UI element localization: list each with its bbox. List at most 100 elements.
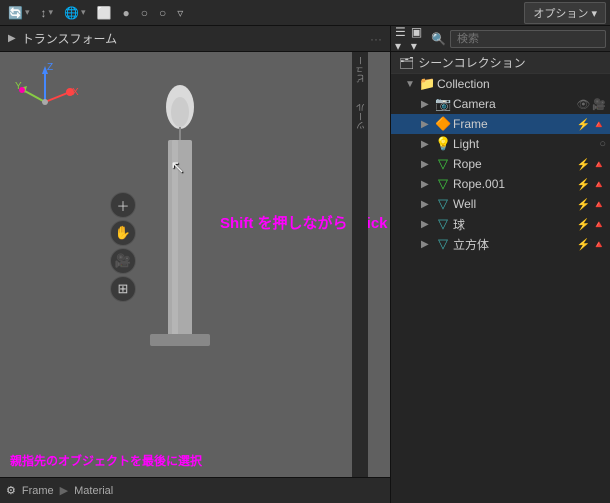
viewport-panel: ▶ トランスフォーム ··· Z Y X: [0, 26, 390, 503]
tree-item-well[interactable]: ▶ ▽ Well ⚡ 🔺: [391, 194, 610, 214]
svg-text:X: X: [72, 87, 79, 98]
light-actions: ○: [599, 138, 606, 150]
rope001-icon: ▽: [435, 176, 451, 192]
outliner-mode-icon[interactable]: ☰ ▾: [395, 26, 407, 53]
cube-action2[interactable]: 🔺: [592, 238, 606, 251]
bottom-status-text: 親指先のオブジェクトを最後に選択: [10, 452, 202, 469]
overlay-btn[interactable]: ⬜: [93, 4, 116, 22]
candle-object: [140, 82, 220, 402]
tree-item-frame[interactable]: ▶ 🔶 Frame ⚡ 🔺: [391, 114, 610, 134]
ball-action1[interactable]: ⚡: [577, 218, 591, 231]
camera-action2[interactable]: 🎥: [592, 98, 606, 111]
frame-label: Frame: [22, 485, 54, 497]
transform-more[interactable]: ···: [370, 32, 382, 46]
rope001-action1[interactable]: ⚡: [577, 178, 591, 191]
tree-arrow-rope: ▶: [421, 159, 433, 170]
outliner-filter-icon[interactable]: ▣ ▾: [411, 26, 423, 53]
transform-title: トランスフォーム: [22, 30, 117, 47]
rope001-action2[interactable]: 🔺: [592, 178, 606, 191]
tree-item-collection[interactable]: ▼ 📁 Collection: [391, 74, 610, 94]
tool-buttons: ＋ ✋ 🎥 ⊞: [110, 192, 136, 302]
tree-arrow-well: ▶: [421, 199, 433, 210]
cube-action1[interactable]: ⚡: [577, 238, 591, 251]
dot3[interactable]: ○: [155, 4, 170, 22]
tree-arrow-camera: ▶: [421, 99, 433, 110]
rope-action2[interactable]: 🔺: [592, 158, 606, 171]
transform-arrow: ▶: [8, 33, 16, 44]
well-icon: ▽: [435, 196, 451, 212]
tree-item-camera[interactable]: ▶ 📷 Camera 👁 🎥: [391, 94, 610, 114]
rope-actions: ⚡ 🔺: [577, 158, 606, 171]
ball-icon: ▽: [435, 216, 451, 232]
rope001-label: Rope.001: [453, 177, 575, 191]
frame-action1[interactable]: ⚡: [577, 118, 591, 131]
breadcrumb-frame[interactable]: Frame: [22, 485, 54, 497]
transform-header: ▶ トランスフォーム ···: [0, 26, 390, 52]
frame-actions: ⚡ 🔺: [577, 118, 606, 131]
viewport-mode-btn[interactable]: 🔄 ▾: [4, 4, 33, 22]
tree-arrow-collection: ▼: [405, 79, 417, 90]
tree-arrow-cube: ▶: [421, 239, 433, 250]
tree-item-ball[interactable]: ▶ ▽ 球 ⚡ 🔺: [391, 214, 610, 234]
viewport-bottom-bar: ⚙ Frame ▶ Material: [0, 477, 390, 503]
viewport-3d[interactable]: Z Y X: [0, 52, 390, 477]
well-action2[interactable]: 🔺: [592, 198, 606, 211]
well-action1[interactable]: ⚡: [577, 198, 591, 211]
camera-action1[interactable]: 👁: [576, 98, 590, 111]
scene-label: シーンコレクション: [418, 54, 525, 71]
tree-arrow-light: ▶: [421, 139, 433, 150]
search-input[interactable]: [450, 30, 606, 48]
well-actions: ⚡ 🔺: [577, 198, 606, 211]
tree-item-light[interactable]: ▶ 💡 Light ○: [391, 134, 610, 154]
frame-icon: 🔶: [435, 116, 451, 132]
grid-tool-btn[interactable]: ⊞: [110, 276, 136, 302]
frame-label-tree: Frame: [453, 117, 575, 131]
dot1[interactable]: ●: [118, 4, 133, 22]
search-icon: 🔍: [431, 32, 446, 46]
camera-actions: 👁 🎥: [576, 98, 606, 111]
move-tool-btn[interactable]: ✋: [110, 220, 136, 246]
well-label: Well: [453, 197, 575, 211]
cube-icon: ▽: [435, 236, 451, 252]
rope-label: Rope: [453, 157, 575, 171]
ball-action2[interactable]: 🔺: [592, 218, 606, 231]
viewport-icon: ⚙: [6, 484, 16, 497]
light-action1[interactable]: ○: [599, 138, 606, 150]
strip-label-1: ビュー: [354, 56, 367, 83]
breadcrumb-material[interactable]: Material: [74, 485, 113, 497]
top-toolbar: 🔄 ▾ ↕ ▾ 🌐 ▾ ⬜ ● ○ ○ ▿ オプション ▾: [0, 0, 610, 26]
tree-arrow-frame: ▶: [421, 119, 433, 130]
scene-title: 🗂 シーンコレクション: [391, 52, 610, 74]
more-btn[interactable]: ▿: [173, 4, 187, 22]
camera-icon: 📷: [435, 96, 451, 112]
rope-icon: ▽: [435, 156, 451, 172]
frame-action2[interactable]: 🔺: [592, 118, 606, 131]
add-tool-btn[interactable]: ＋: [110, 192, 136, 218]
tree-arrow-ball: ▶: [421, 219, 433, 230]
cube-actions: ⚡ 🔺: [577, 238, 606, 251]
strip-label-2: ツール: [354, 103, 367, 130]
axis-indicator: Z Y X: [15, 62, 85, 122]
tree-item-cube[interactable]: ▶ ▽ 立方体 ⚡ 🔺: [391, 234, 610, 254]
camera-tool-btn[interactable]: 🎥: [110, 248, 136, 274]
rope-action1[interactable]: ⚡: [577, 158, 591, 171]
camera-label: Camera: [453, 97, 574, 111]
shading-btn[interactable]: 🌐 ▾: [60, 4, 89, 22]
light-icon: 💡: [435, 136, 451, 152]
transform-mode-btn[interactable]: ↕ ▾: [36, 4, 57, 22]
ball-actions: ⚡ 🔺: [577, 218, 606, 231]
breadcrumb-sep: ▶: [60, 484, 68, 497]
right-panel: ☰ ▾ ▣ ▾ 🔍 🗂 シーンコレクション ▼ 📁 Collection ▶: [390, 26, 610, 503]
dot2[interactable]: ○: [137, 4, 152, 22]
scene-icon: 🗂: [399, 56, 414, 70]
light-label: Light: [453, 137, 597, 151]
main-content: ▶ トランスフォーム ··· Z Y X: [0, 26, 610, 503]
overlay-strip: ビュー ツール: [352, 52, 368, 477]
collection-icon: 📁: [419, 76, 435, 92]
tree-item-rope001[interactable]: ▶ ▽ Rope.001 ⚡ 🔺: [391, 174, 610, 194]
outliner-toolbar: ☰ ▾ ▣ ▾ 🔍: [391, 26, 610, 52]
tree-item-rope[interactable]: ▶ ▽ Rope ⚡ 🔺: [391, 154, 610, 174]
options-button[interactable]: オプション ▾: [524, 2, 606, 24]
collection-label: Collection: [437, 77, 606, 91]
svg-text:Z: Z: [47, 62, 53, 73]
